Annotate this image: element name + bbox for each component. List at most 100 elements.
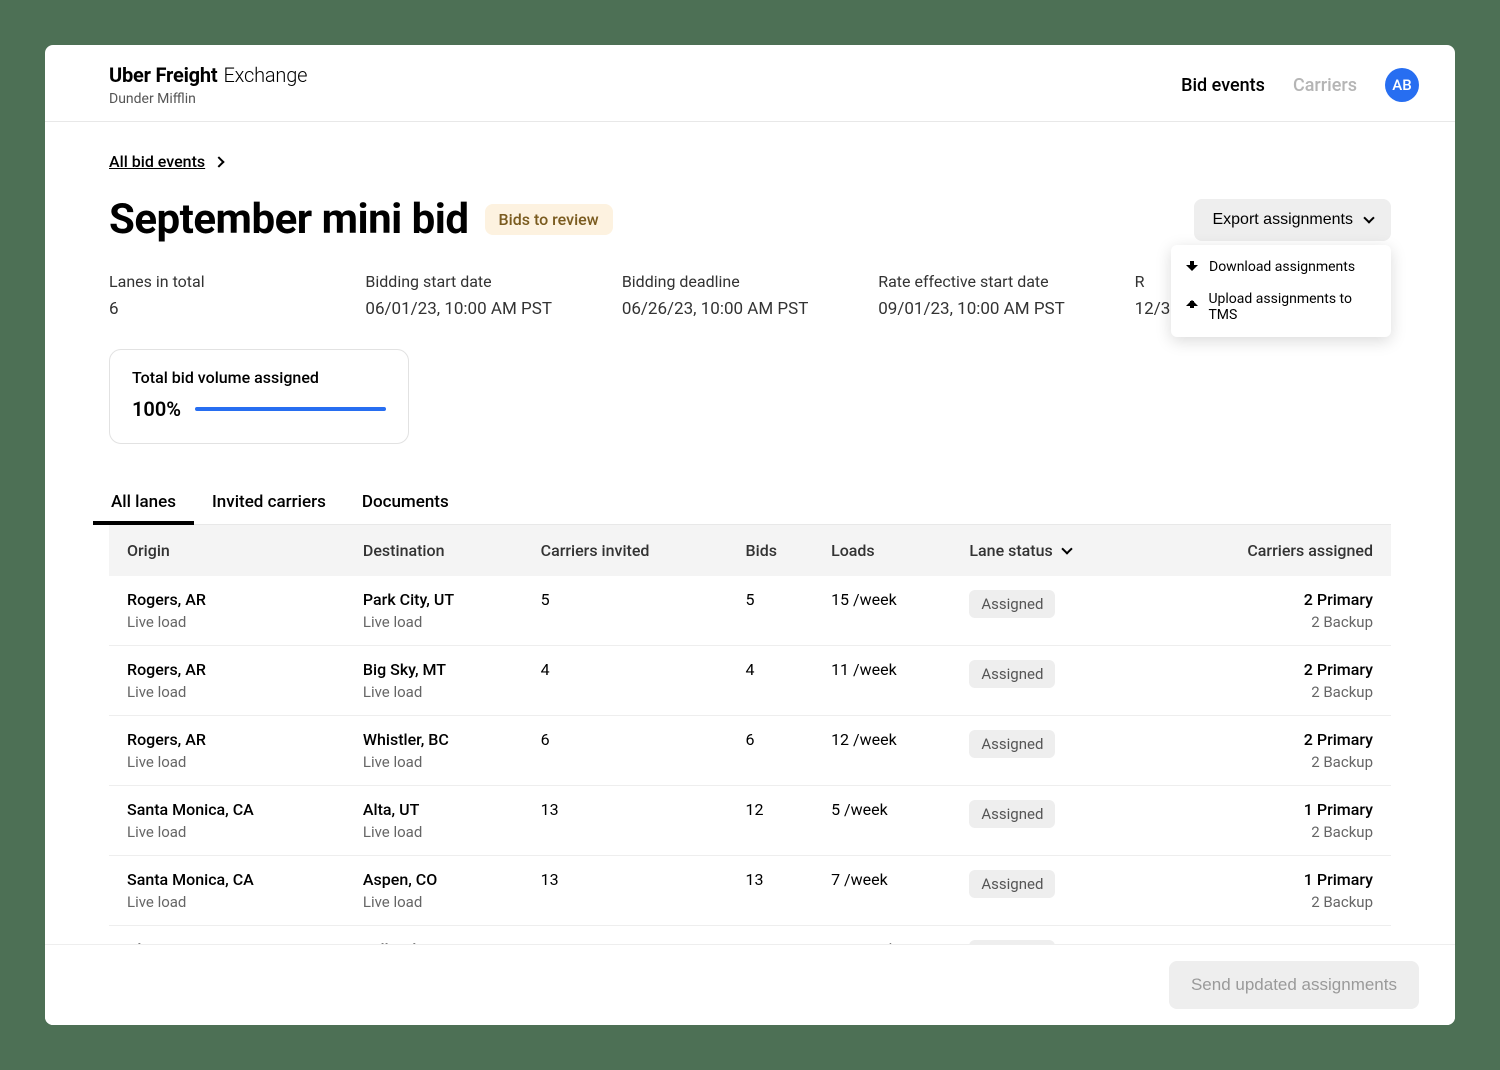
topnav: Bid events Carriers AB [1181,68,1419,102]
brand-bold: Uber Freight [109,63,217,87]
rate-start-value: 09/01/23, 10:00 AM PST [878,299,1134,319]
dest-type: Live load [363,893,517,911]
volume-percent: 100% [132,397,181,421]
backup-count: 2 Backup [1163,823,1373,841]
dest-city: Alta, UT [363,800,517,819]
send-assignments-button[interactable]: Send updated assignments [1169,961,1419,1009]
brand: Uber Freight Exchange Dunder Mifflin [109,63,307,107]
start-date-value: 06/01/23, 10:00 AM PST [365,299,621,319]
th-bids[interactable]: Bids [734,525,820,576]
th-carriers-assigned[interactable]: Carriers assigned [1151,525,1391,576]
brand-light: Exchange [223,63,307,87]
origin-type: Live load [127,753,339,771]
origin-type: Live load [127,823,339,841]
primary-count: 2 Primary [1163,590,1373,609]
primary-count: 2 Primary [1163,660,1373,679]
chevron-down-icon [1061,543,1072,554]
backup-count: 2 Backup [1163,893,1373,911]
deadline-value: 06/26/23, 10:00 AM PST [622,299,878,319]
th-destination[interactable]: Destination [351,525,529,576]
deadline-label: Bidding deadline [622,272,878,291]
carriers-invited-cell: 4 [529,646,734,716]
lane-status-pill: Assigned [969,730,1055,758]
export-assignments-button[interactable]: Export assignments [1194,199,1391,241]
brand-sub: Dunder Mifflin [109,91,307,107]
carriers-invited-cell: 13 [529,856,734,926]
origin-type: Live load [127,613,339,631]
loads-cell: 11 /week [819,646,957,716]
origin-city: Santa Monica, CA [127,870,339,889]
topbar: Uber Freight Exchange Dunder Mifflin Bid… [45,45,1455,122]
table-row[interactable]: Rogers, AR Live load Park City, UT Live loa… [109,576,1391,646]
dest-type: Live load [363,753,517,771]
backup-count: 2 Backup [1163,753,1373,771]
chevron-right-icon [213,156,224,167]
th-carriers-invited[interactable]: Carriers invited [529,525,734,576]
bids-cell: 12 [734,786,820,856]
carriers-invited-cell: 13 [529,786,734,856]
primary-count: 1 Primary [1163,800,1373,819]
footer: Send updated assignments [45,944,1455,1025]
download-icon [1185,260,1199,274]
breadcrumb-link[interactable]: All bid events [109,152,205,171]
bids-cell: 4 [734,646,820,716]
chevron-down-icon [1363,212,1374,223]
nav-carriers[interactable]: Carriers [1293,75,1357,96]
volume-bar [195,407,386,411]
origin-type: Live load [127,683,339,701]
lane-status-pill: Assigned [969,800,1055,828]
primary-count: 1 Primary [1163,870,1373,889]
primary-count: 2 Primary [1163,730,1373,749]
loads-cell: 5 /week [819,786,957,856]
start-date-label: Bidding start date [365,272,621,291]
dropdown-upload-tms[interactable]: Upload assignments to TMS [1171,283,1391,331]
status-chip: Bids to review [485,204,613,235]
carriers-invited-cell: 5 [529,576,734,646]
tab-invited-carriers[interactable]: Invited carriers [210,480,328,524]
backup-count: 2 Backup [1163,683,1373,701]
lane-status-pill: Assigned [969,870,1055,898]
dest-city: Park City, UT [363,590,517,609]
upload-icon [1185,300,1198,314]
content: All bid events September mini bid Bids t… [45,122,1455,1025]
export-button-label: Export assignments [1212,211,1353,229]
bids-cell: 13 [734,856,820,926]
avatar[interactable]: AB [1385,68,1419,102]
tab-all-lanes[interactable]: All lanes [109,480,178,524]
dest-type: Live load [363,823,517,841]
export-dropdown: Download assignments Upload assignments … [1171,245,1391,337]
tab-documents[interactable]: Documents [360,480,451,524]
th-origin[interactable]: Origin [109,525,351,576]
backup-count: 2 Backup [1163,613,1373,631]
dropdown-download-assignments[interactable]: Download assignments [1171,251,1391,283]
origin-type: Live load [127,893,339,911]
table-row[interactable]: Santa Monica, CA Live load Alta, UT Live lo… [109,786,1391,856]
rate-start-label: Rate effective start date [878,272,1134,291]
volume-card: Total bid volume assigned 100% [109,349,409,444]
lanes-table: Origin Destination Carriers invited Bids… [109,525,1391,996]
table-row[interactable]: Rogers, ARLive loadBig Sky, MTLive load4… [109,646,1391,716]
lanes-total-value: 6 [109,299,365,319]
dest-type: Live load [363,683,517,701]
bids-cell: 5 [734,576,820,646]
breadcrumb: All bid events [109,152,1391,171]
lanes-total-label: Lanes in total [109,272,365,291]
carriers-invited-cell: 6 [529,716,734,786]
th-loads[interactable]: Loads [819,525,957,576]
origin-city: Santa Monica, CA [127,800,339,819]
loads-cell: 12 /week [819,716,957,786]
nav-bid-events[interactable]: Bid events [1181,75,1265,96]
origin-city: Rogers, AR [127,730,339,749]
loads-cell: 15 /week [819,576,957,646]
origin-city: Rogers, AR [127,590,339,609]
lane-status-pill: Assigned [969,590,1055,618]
lane-status-pill: Assigned [969,660,1055,688]
table-row[interactable]: Santa Monica, CALive loadAspen, COLive l… [109,856,1391,926]
volume-label: Total bid volume assigned [132,368,386,387]
th-lane-status[interactable]: Lane status [957,525,1150,576]
bids-cell: 6 [734,716,820,786]
dropdown-download-label: Download assignments [1209,259,1355,275]
dest-type: Live load [363,613,517,631]
table-row[interactable]: Rogers, ARLive loadWhistler, BCLive load… [109,716,1391,786]
th-lane-status-label: Lane status [969,541,1052,560]
